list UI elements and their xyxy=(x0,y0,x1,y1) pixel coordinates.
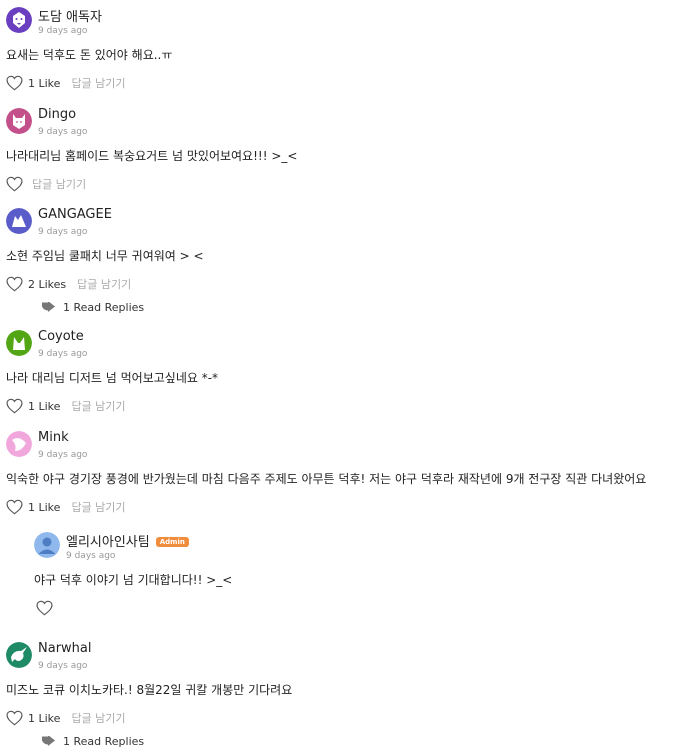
comment-text: 나라 대리님 디저트 넘 먹어보고싶네요 *-* xyxy=(6,371,219,385)
comment-text: 익숙한 야구 경기장 풍경에 반가웠는데 마침 다음주 주제도 아무튼 덕후! … xyxy=(6,472,647,486)
heart-outline-icon[interactable] xyxy=(6,710,23,726)
avatar[interactable] xyxy=(34,532,60,558)
avatar-dog-icon xyxy=(6,108,32,134)
comment-text: 나라대리님 홈페이드 복숭요거트 넘 맛있어보여요!!! >_< xyxy=(6,149,298,163)
comment-author[interactable]: Narwhal xyxy=(38,641,92,656)
comment-author[interactable]: Mink xyxy=(38,430,69,445)
heart-outline-icon[interactable] xyxy=(6,398,23,414)
heart-outline-icon[interactable] xyxy=(36,600,53,616)
read-replies-button[interactable]: 1 Read Replies xyxy=(42,300,144,314)
reply-author-name[interactable]: 엘리시아인사팀 xyxy=(66,535,150,550)
comment-author: 엘리시아인사팀 Admin xyxy=(66,531,189,550)
reply-button[interactable]: 답글 남기기 xyxy=(71,398,125,414)
reply-button[interactable]: 답글 남기기 xyxy=(32,176,86,192)
comment-actions: 1 Like 답글 남기기 xyxy=(6,498,126,516)
avatar[interactable] xyxy=(6,642,32,668)
avatar-wolf-icon xyxy=(6,208,32,234)
heart-outline-icon[interactable] xyxy=(6,499,23,515)
avatar-mink-icon xyxy=(6,431,32,457)
comment-author[interactable]: Coyote xyxy=(38,329,84,344)
reply-arrow-icon xyxy=(42,736,55,746)
comment-actions: 답글 남기기 xyxy=(6,175,86,193)
comment-author[interactable]: 도담 애독자 xyxy=(38,6,102,25)
read-replies-label: 1 Read Replies xyxy=(63,300,145,314)
reply-button[interactable]: 답글 남기기 xyxy=(71,710,125,726)
comment-text: 소현 주임님 쿨패치 너무 귀여워여 > < xyxy=(6,249,204,263)
heart-outline-icon[interactable] xyxy=(6,75,23,91)
reply-button[interactable]: 답글 남기기 xyxy=(71,75,125,91)
reply-arrow-icon xyxy=(42,302,55,312)
avatar-lion-icon xyxy=(6,7,32,33)
reply-button[interactable]: 답글 남기기 xyxy=(77,276,131,292)
comment-timestamp: 9 days ago xyxy=(38,127,88,137)
comment-timestamp: 9 days ago xyxy=(38,450,88,460)
comment-actions: 1 Like 답글 남기기 xyxy=(6,397,126,415)
avatar-coyote-icon xyxy=(6,330,32,356)
read-replies-label: 1 Read Replies xyxy=(63,734,145,748)
read-replies-button[interactable]: 1 Read Replies xyxy=(42,734,144,748)
heart-outline-icon[interactable] xyxy=(6,276,23,292)
comment-timestamp: 9 days ago xyxy=(38,227,88,237)
avatar[interactable] xyxy=(6,208,32,234)
like-count[interactable]: 1 Like xyxy=(28,712,60,725)
comment-timestamp: 9 days ago xyxy=(66,551,116,561)
avatar[interactable] xyxy=(6,431,32,457)
comment-text: 요새는 덕후도 돈 있어야 해요..ㅠ xyxy=(6,48,173,62)
comment-timestamp: 9 days ago xyxy=(38,661,88,671)
avatar-person-icon xyxy=(34,532,60,558)
comment-actions: 1 Like 답글 남기기 xyxy=(6,709,126,727)
like-count[interactable]: 2 Likes xyxy=(28,278,66,291)
like-count[interactable]: 1 Like xyxy=(28,501,60,514)
comment-text: 야구 덕후 이야기 넘 기대합니다!! >_< xyxy=(34,573,233,587)
comment-actions: 1 Like 답글 남기기 xyxy=(6,74,126,92)
avatar[interactable] xyxy=(6,7,32,33)
like-count[interactable]: 1 Like xyxy=(28,400,60,413)
comment-timestamp: 9 days ago xyxy=(38,349,88,359)
heart-outline-icon[interactable] xyxy=(6,176,23,192)
reply-button[interactable]: 답글 남기기 xyxy=(71,499,125,515)
like-count[interactable]: 1 Like xyxy=(28,77,60,90)
comment-actions xyxy=(36,599,53,617)
comment-actions: 2 Likes 답글 남기기 xyxy=(6,275,131,293)
avatar-narwhal-icon xyxy=(6,642,32,668)
comment-timestamp: 9 days ago xyxy=(38,26,88,36)
comment-author[interactable]: GANGAGEE xyxy=(38,207,112,222)
comment-text: 미즈노 코큐 이치노카타.! 8월22일 귀칼 개봉만 기다려요 xyxy=(6,683,293,697)
admin-badge: Admin xyxy=(155,537,189,547)
comment-author[interactable]: Dingo xyxy=(38,107,76,122)
avatar[interactable] xyxy=(6,330,32,356)
avatar[interactable] xyxy=(6,108,32,134)
